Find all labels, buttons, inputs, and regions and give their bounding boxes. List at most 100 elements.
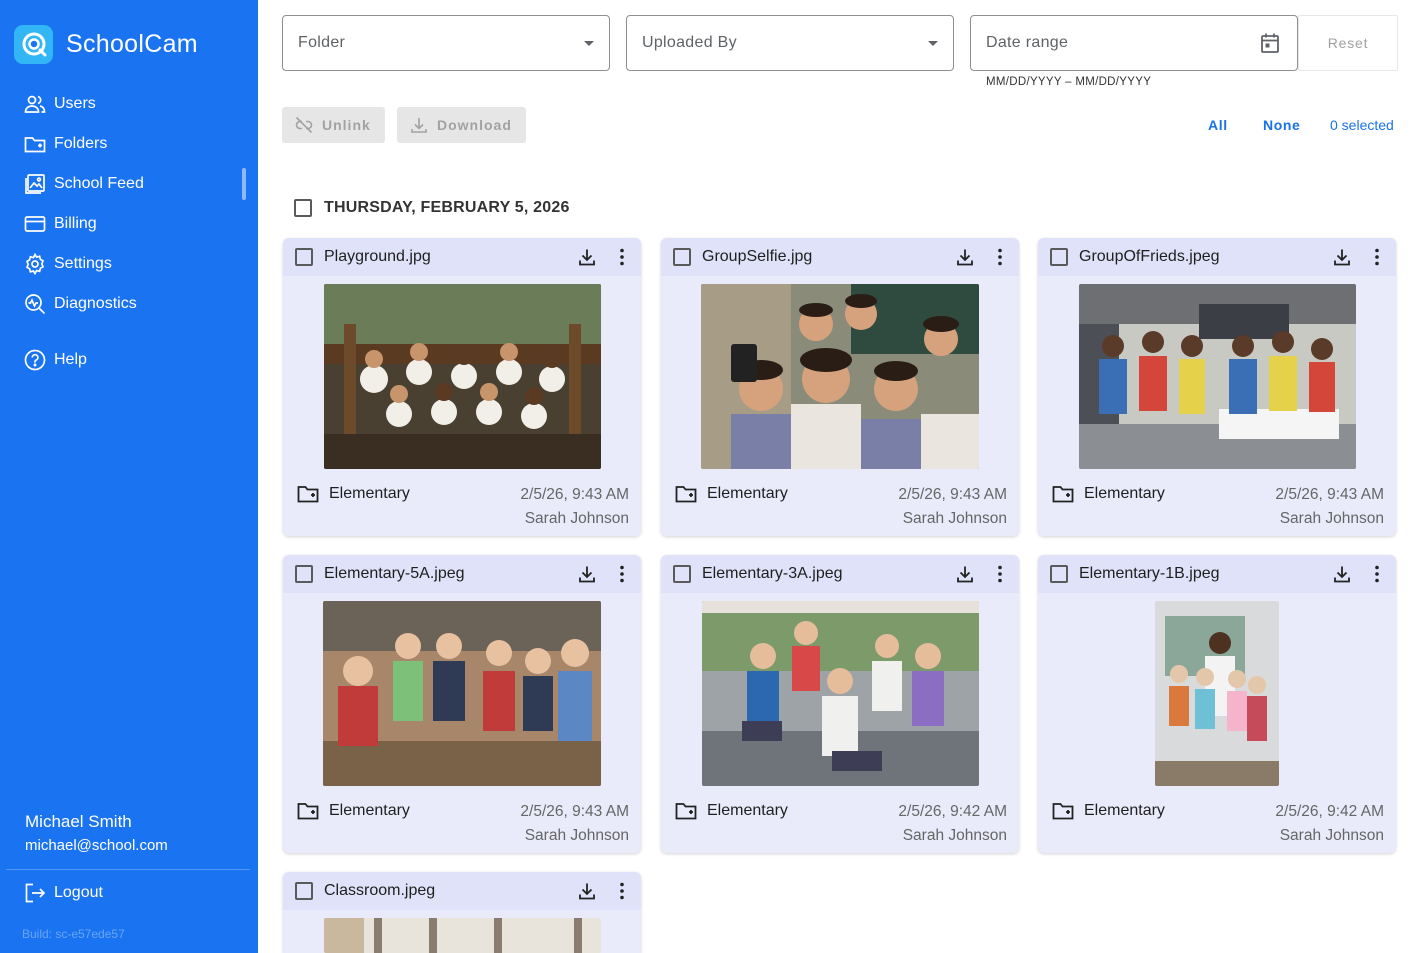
sidebar-item-help[interactable]: Help xyxy=(0,340,258,380)
chevron-down-icon xyxy=(584,41,594,46)
sidebar-item-label: School Feed xyxy=(54,175,144,192)
sidebar-item-school-feed[interactable]: School Feed xyxy=(0,164,258,204)
help-icon xyxy=(24,349,46,371)
photo-filename: Elementary-3A.jpeg xyxy=(702,565,843,582)
download-icon[interactable] xyxy=(955,564,975,584)
photo-folder[interactable]: Elementary xyxy=(297,484,410,504)
more-options-icon[interactable] xyxy=(615,564,629,584)
photo-card: Elementary-5A.jpeg Elementary 2/5/26, 9:… xyxy=(283,555,641,853)
photo-card-header: Elementary-5A.jpeg xyxy=(283,555,641,593)
sidebar-item-billing[interactable]: Billing xyxy=(0,204,258,244)
photo-timestamp: 2/5/26, 9:43 AM xyxy=(520,486,629,503)
photo-folder-label: Elementary xyxy=(707,485,788,502)
photo-checkbox[interactable] xyxy=(295,882,313,900)
sidebar-item-folders[interactable]: Folders xyxy=(0,124,258,164)
photo-card: GroupSelfie.jpg Elementary 2/5/26, 9:43 … xyxy=(661,238,1019,536)
photo-thumbnail[interactable] xyxy=(324,284,601,469)
photo-folder[interactable]: Elementary xyxy=(1052,484,1165,504)
photo-thumbnail[interactable] xyxy=(1155,601,1279,786)
chevron-down-icon xyxy=(928,41,938,46)
date-range-field[interactable]: Date range xyxy=(970,15,1298,71)
select-all-link[interactable]: All xyxy=(1208,117,1228,133)
more-options-icon[interactable] xyxy=(993,564,1007,584)
uploaded-by-select-label: Uploaded By xyxy=(642,34,737,51)
photo-folder-label: Elementary xyxy=(1084,802,1165,819)
calendar-icon[interactable] xyxy=(1260,32,1280,59)
more-options-icon[interactable] xyxy=(615,881,629,901)
reset-button[interactable]: Reset xyxy=(1298,15,1398,71)
photo-thumbnail[interactable] xyxy=(324,918,601,953)
folder-icon xyxy=(675,484,697,504)
unlink-button[interactable]: Unlink xyxy=(282,107,385,143)
photo-thumbnail[interactable] xyxy=(323,601,601,786)
sidebar-item-label: Billing xyxy=(54,215,97,232)
image-feed-icon xyxy=(24,173,46,195)
more-options-icon[interactable] xyxy=(1370,564,1384,584)
photo-card-header: Playground.jpg xyxy=(283,238,641,276)
date-group-checkbox[interactable] xyxy=(294,199,312,217)
photo-thumbnail[interactable] xyxy=(1079,284,1356,469)
photo-folder-label: Elementary xyxy=(1084,485,1165,502)
download-icon[interactable] xyxy=(1332,564,1352,584)
sidebar-item-users[interactable]: Users xyxy=(0,84,258,124)
sidebar-item-diagnostics[interactable]: Diagnostics xyxy=(0,284,258,324)
download-label: Download xyxy=(437,117,512,133)
photo-card: Playground.jpg Elementary 2/5/26, 9:43 A… xyxy=(283,238,641,536)
folder-icon xyxy=(24,133,46,155)
folder-icon xyxy=(675,801,697,821)
download-icon[interactable] xyxy=(955,247,975,267)
logout-button[interactable]: Logout xyxy=(24,882,103,904)
download-icon[interactable] xyxy=(577,564,597,584)
user-email: michael@school.com xyxy=(25,837,168,854)
gear-icon xyxy=(24,253,46,275)
download-button[interactable]: Download xyxy=(397,107,526,143)
photo-card: GroupOfFrieds.jpeg Elementary 2/5/26, 9:… xyxy=(1038,238,1396,536)
folder-select[interactable]: Folder xyxy=(282,15,610,71)
diagnostics-icon xyxy=(24,293,46,315)
photo-checkbox[interactable] xyxy=(673,248,691,266)
photo-folder[interactable]: Elementary xyxy=(675,484,788,504)
sidebar-item-settings[interactable]: Settings xyxy=(0,244,258,284)
photo-thumbnail[interactable] xyxy=(702,601,979,786)
photo-checkbox[interactable] xyxy=(1050,248,1068,266)
photo-card-header: GroupOfFrieds.jpeg xyxy=(1038,238,1396,276)
download-icon[interactable] xyxy=(577,881,597,901)
more-options-icon[interactable] xyxy=(615,247,629,267)
photo-uploader: Sarah Johnson xyxy=(1279,510,1384,527)
photo-filename: GroupSelfie.jpg xyxy=(702,248,813,265)
more-options-icon[interactable] xyxy=(1370,247,1384,267)
folder-icon xyxy=(1052,484,1074,504)
photo-thumbnail[interactable] xyxy=(701,284,979,469)
folder-icon xyxy=(297,484,319,504)
photo-filename: Classroom.jpeg xyxy=(324,882,436,899)
photo-card: Elementary-3A.jpeg Elementary 2/5/26, 9:… xyxy=(661,555,1019,853)
sidebar-divider xyxy=(6,869,250,870)
download-icon xyxy=(409,115,429,135)
photo-card: Classroom.jpeg xyxy=(283,872,641,953)
photo-filename: GroupOfFrieds.jpeg xyxy=(1079,248,1220,265)
brand[interactable]: SchoolCam xyxy=(14,24,198,64)
photo-checkbox[interactable] xyxy=(295,565,313,583)
sidebar: SchoolCam Users Folders School Feed Bill… xyxy=(0,0,258,953)
photo-folder[interactable]: Elementary xyxy=(675,801,788,821)
uploaded-by-select[interactable]: Uploaded By xyxy=(626,15,954,71)
sidebar-item-label: Settings xyxy=(54,255,112,272)
users-icon xyxy=(24,93,46,115)
photo-timestamp: 2/5/26, 9:42 AM xyxy=(1275,803,1384,820)
credit-card-icon xyxy=(24,213,46,235)
photo-uploader: Sarah Johnson xyxy=(524,510,629,527)
download-icon[interactable] xyxy=(577,247,597,267)
unlink-label: Unlink xyxy=(322,117,371,133)
photo-folder[interactable]: Elementary xyxy=(297,801,410,821)
download-icon[interactable] xyxy=(1332,247,1352,267)
schoolcam-logo-icon xyxy=(14,24,53,64)
more-options-icon[interactable] xyxy=(993,247,1007,267)
photo-checkbox[interactable] xyxy=(295,248,313,266)
photo-checkbox[interactable] xyxy=(673,565,691,583)
date-range-label: Date range xyxy=(986,34,1069,51)
sidebar-nav: Users Folders School Feed Billing Settin… xyxy=(0,84,258,380)
sidebar-item-label: Diagnostics xyxy=(54,295,137,312)
photo-folder[interactable]: Elementary xyxy=(1052,801,1165,821)
photo-checkbox[interactable] xyxy=(1050,565,1068,583)
select-none-link[interactable]: None xyxy=(1263,117,1300,133)
